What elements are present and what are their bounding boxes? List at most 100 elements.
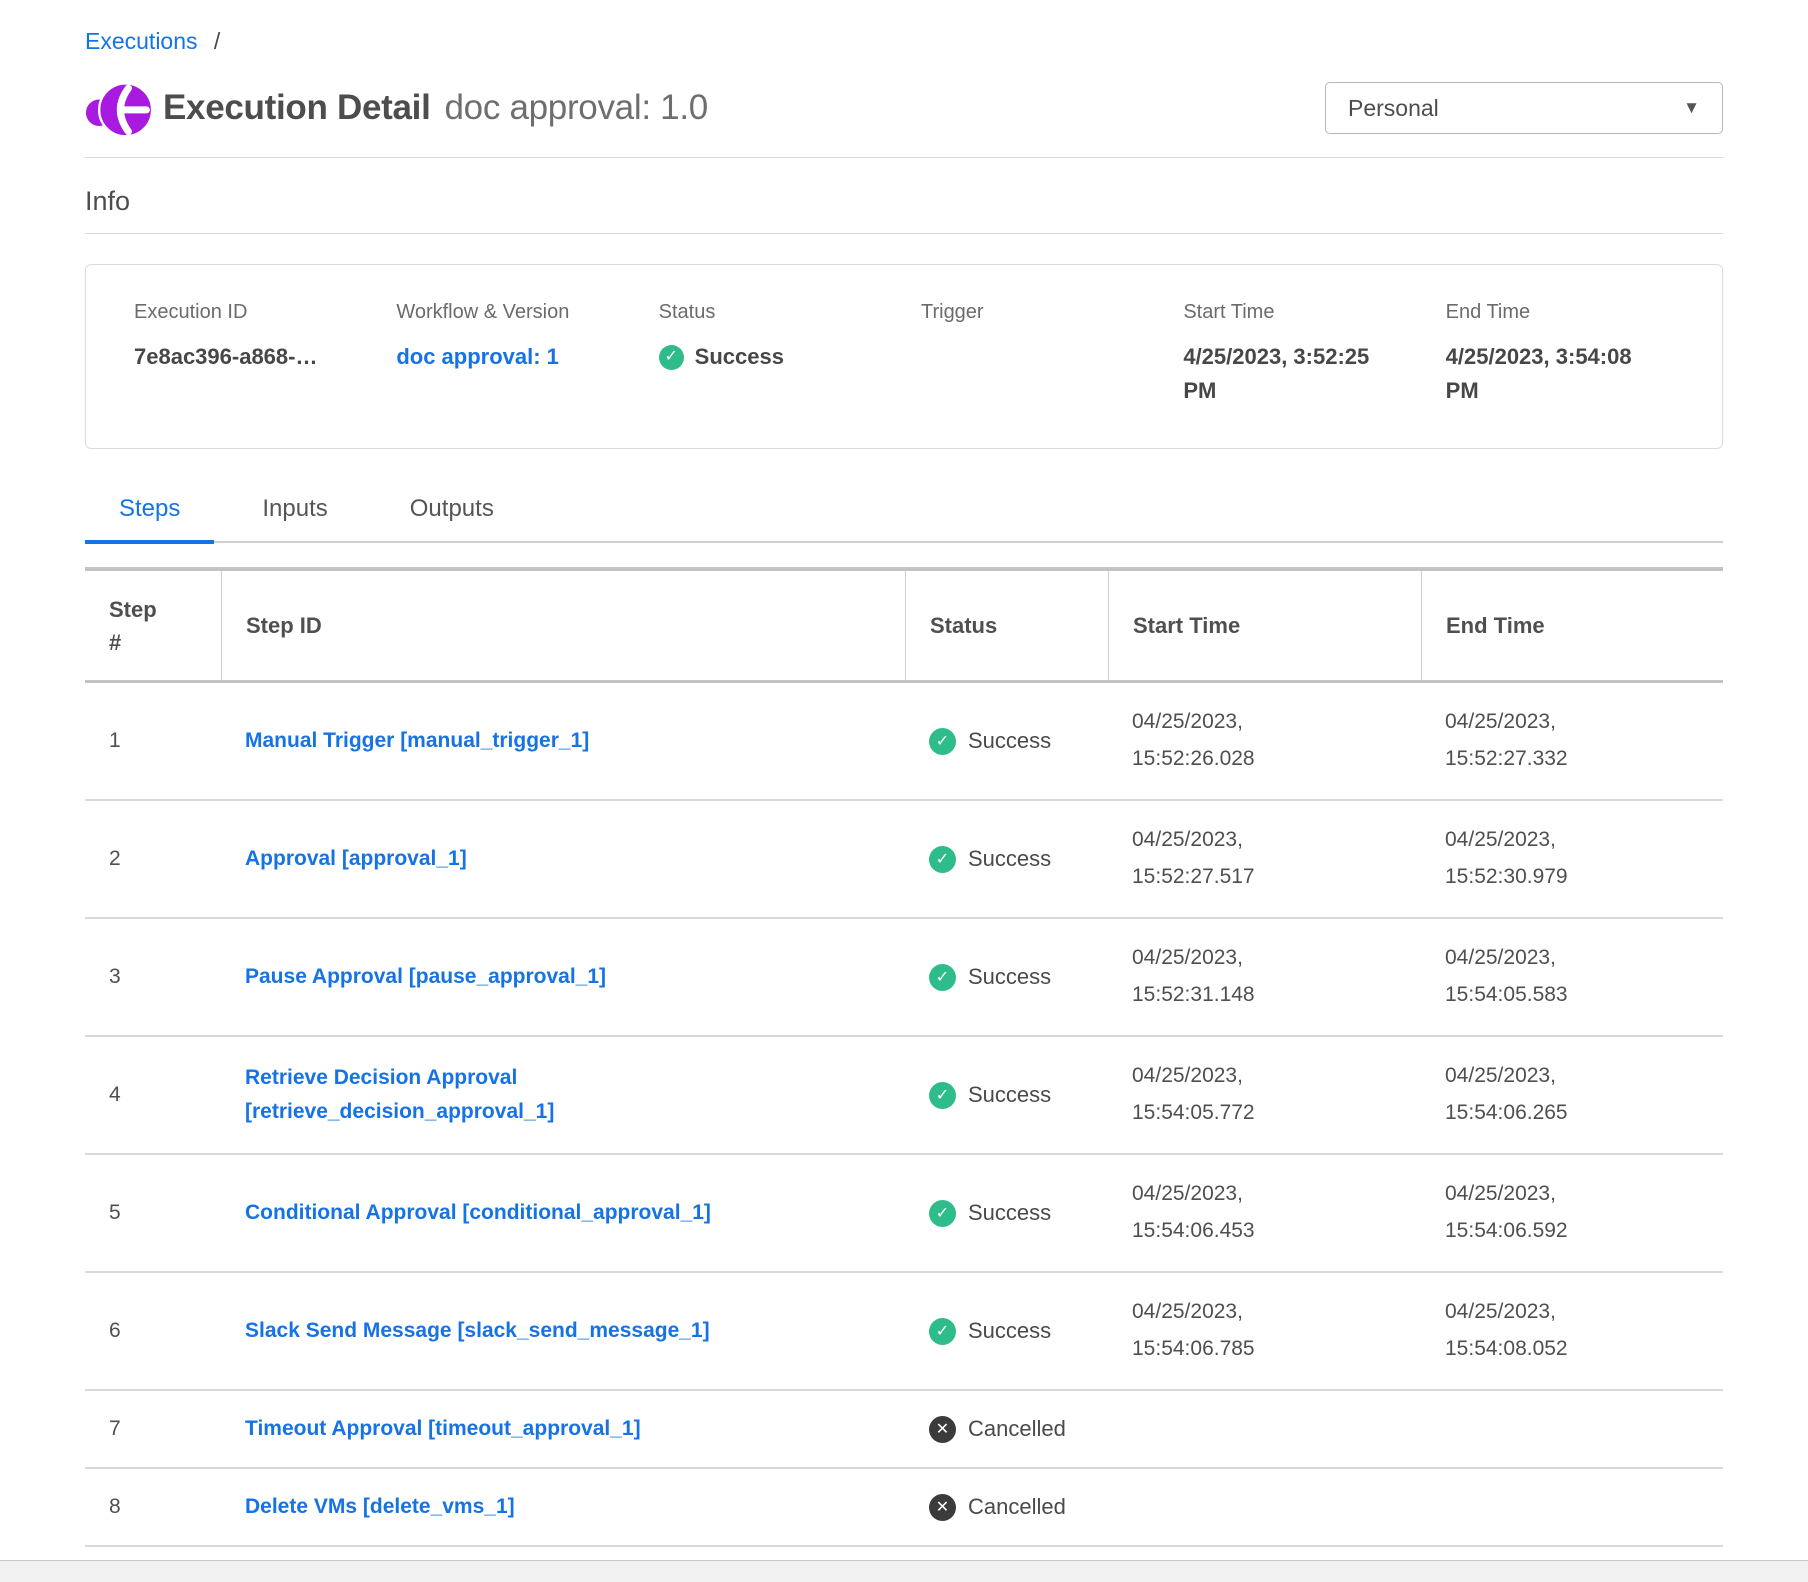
step-status: Success: [968, 728, 1051, 754]
divider: [85, 233, 1723, 234]
info-field-end-time: End Time 4/25/2023, 3:54:08 PM: [1446, 301, 1698, 408]
step-link[interactable]: Timeout Approval [timeout_approval_1]: [245, 1412, 641, 1447]
table-row: 6 Slack Send Message [slack_send_message…: [85, 1273, 1723, 1391]
page-subtitle: doc approval: 1.0: [445, 88, 708, 128]
field-label: Trigger: [921, 301, 1173, 324]
field-label: Execution ID: [134, 301, 386, 324]
table-row: 2 Approval [approval_1] ✓ Success 04/25/…: [85, 801, 1723, 919]
step-link[interactable]: Pause Approval [pause_approval_1]: [245, 960, 606, 995]
step-link[interactable]: Delete VMs [delete_vms_1]: [245, 1490, 515, 1525]
execution-detail-page: Executions / Execution Detail doc approv…: [0, 0, 1808, 1547]
step-link[interactable]: Slack Send Message [slack_send_message_1…: [245, 1314, 710, 1349]
breadcrumb-executions-link[interactable]: Executions: [85, 28, 198, 54]
detail-tabs: Steps Inputs Outputs: [85, 495, 1723, 543]
step-number: 6: [85, 1305, 221, 1357]
table-header-row: Step # Step ID Status Start Time End Tim…: [85, 571, 1723, 683]
cancelled-x-icon: ✕: [929, 1494, 956, 1521]
step-status: Success: [968, 1318, 1051, 1344]
success-check-icon: ✓: [929, 728, 956, 755]
workspace-dropdown-value: Personal: [1348, 95, 1439, 122]
step-number: 2: [85, 833, 221, 885]
step-number: 3: [85, 951, 221, 1003]
info-field-start-time: Start Time 4/25/2023, 3:52:25 PM: [1183, 301, 1435, 408]
breadcrumb: Executions /: [85, 28, 1723, 55]
step-link[interactable]: Manual Trigger [manual_trigger_1]: [245, 724, 589, 759]
table-row: 5 Conditional Approval [conditional_appr…: [85, 1155, 1723, 1273]
field-label: Workflow & Version: [396, 301, 648, 324]
step-number: 7: [85, 1403, 221, 1455]
end-time-value: 4/25/2023, 3:54:08 PM: [1446, 340, 1646, 408]
step-start-time: 04/25/2023,15:54:05.772: [1108, 1044, 1421, 1146]
breadcrumb-separator: /: [214, 28, 220, 54]
info-field-status: Status ✓ Success: [659, 301, 911, 408]
step-start-time: 04/25/2023,15:52:26.028: [1108, 690, 1421, 792]
workflow-logo-icon: [85, 75, 153, 141]
execution-id-value: 7e8ac396-a868-…: [134, 340, 386, 374]
cancelled-x-icon: ✕: [929, 1416, 956, 1443]
table-row: 1 Manual Trigger [manual_trigger_1] ✓ Su…: [85, 683, 1723, 801]
title-row: Execution Detail doc approval: 1.0 Perso…: [85, 75, 1723, 141]
tab-outputs[interactable]: Outputs: [376, 495, 528, 541]
step-number: 1: [85, 715, 221, 767]
step-end-time: 04/25/2023,15:54:06.265: [1421, 1044, 1723, 1146]
success-check-icon: ✓: [929, 1318, 956, 1345]
field-label: Start Time: [1183, 301, 1435, 324]
step-number: 4: [85, 1069, 221, 1121]
step-end-time: 04/25/2023,15:54:05.583: [1421, 926, 1723, 1028]
step-end-time: 04/25/2023,15:54:06.592: [1421, 1162, 1723, 1264]
steps-table: Step # Step ID Status Start Time End Tim…: [85, 567, 1723, 1547]
status-value: Success: [695, 340, 784, 374]
step-end-time: 04/25/2023,15:52:27.332: [1421, 690, 1723, 792]
step-status: Success: [968, 1082, 1051, 1108]
step-start-time: 04/25/2023,15:54:06.785: [1108, 1280, 1421, 1382]
table-row: 7 Timeout Approval [timeout_approval_1] …: [85, 1391, 1723, 1469]
step-end-time: [1421, 1493, 1723, 1521]
tab-steps[interactable]: Steps: [85, 495, 214, 541]
tab-inputs[interactable]: Inputs: [228, 495, 361, 541]
column-header-start-time: Start Time: [1108, 571, 1421, 680]
step-start-time: 04/25/2023,15:52:27.517: [1108, 808, 1421, 910]
chevron-down-icon: ▼: [1683, 98, 1700, 118]
workspace-dropdown[interactable]: Personal ▼: [1325, 82, 1723, 134]
step-status: Cancelled: [968, 1494, 1066, 1520]
column-header-step-id: Step ID: [221, 571, 905, 680]
page-bottom-strip: [0, 1560, 1808, 1582]
step-start-time: [1108, 1493, 1421, 1521]
page-title: Execution Detail: [163, 88, 431, 128]
step-status: Cancelled: [968, 1416, 1066, 1442]
step-status: Success: [968, 1200, 1051, 1226]
step-status: Success: [968, 846, 1051, 872]
info-section-title: Info: [85, 186, 1723, 217]
divider: [85, 157, 1723, 158]
column-header-end-time: End Time: [1421, 571, 1723, 680]
step-end-time: [1421, 1415, 1723, 1443]
success-check-icon: ✓: [659, 345, 684, 370]
step-start-time: 04/25/2023,15:54:06.453: [1108, 1162, 1421, 1264]
column-header-step-num: Step #: [85, 571, 221, 680]
step-start-time: 04/25/2023,15:52:31.148: [1108, 926, 1421, 1028]
start-time-value: 4/25/2023, 3:52:25 PM: [1183, 340, 1383, 408]
step-link[interactable]: Retrieve Decision Approval [retrieve_dec…: [245, 1061, 805, 1130]
table-row: 8 Delete VMs [delete_vms_1] ✕ Cancelled: [85, 1469, 1723, 1547]
step-number: 5: [85, 1187, 221, 1239]
step-end-time: 04/25/2023,15:54:08.052: [1421, 1280, 1723, 1382]
success-check-icon: ✓: [929, 846, 956, 873]
step-start-time: [1108, 1415, 1421, 1443]
table-row: 4 Retrieve Decision Approval [retrieve_d…: [85, 1037, 1723, 1155]
success-check-icon: ✓: [929, 1082, 956, 1109]
step-link[interactable]: Conditional Approval [conditional_approv…: [245, 1196, 711, 1231]
step-number: 8: [85, 1481, 221, 1533]
info-field-workflow-version: Workflow & Version doc approval: 1: [396, 301, 648, 408]
success-check-icon: ✓: [929, 964, 956, 991]
workflow-version-link[interactable]: doc approval: 1: [396, 340, 648, 374]
step-link[interactable]: Approval [approval_1]: [245, 842, 467, 877]
step-status: Success: [968, 964, 1051, 990]
field-label: End Time: [1446, 301, 1698, 324]
step-end-time: 04/25/2023,15:52:30.979: [1421, 808, 1723, 910]
column-header-status: Status: [905, 571, 1108, 680]
execution-info-card: Execution ID 7e8ac396-a868-… Workflow & …: [85, 264, 1723, 449]
info-field-execution-id: Execution ID 7e8ac396-a868-…: [134, 301, 386, 408]
table-row: 3 Pause Approval [pause_approval_1] ✓ Su…: [85, 919, 1723, 1037]
success-check-icon: ✓: [929, 1200, 956, 1227]
field-label: Status: [659, 301, 911, 324]
